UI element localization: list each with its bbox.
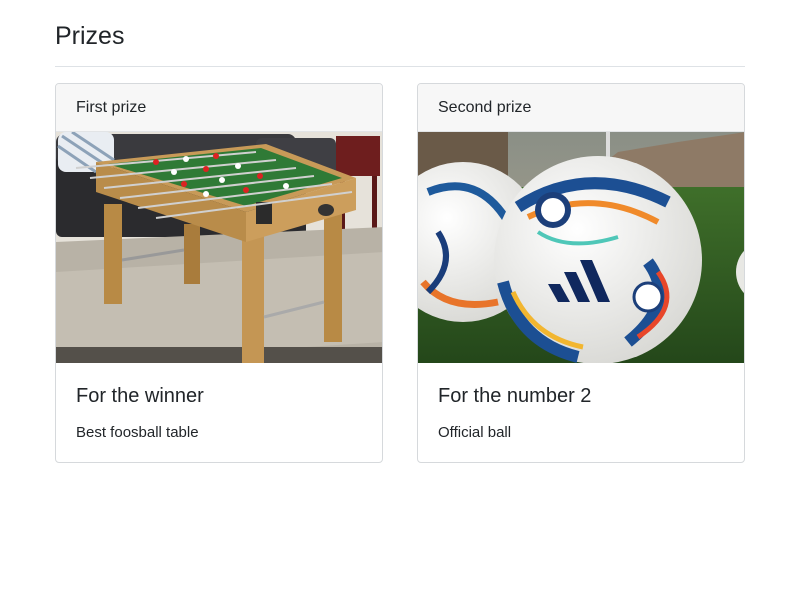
prize-cards: First prize For the winner Best foosball… [55,83,745,463]
card-header: Second prize [418,84,744,132]
card-text: Official ball [438,424,512,441]
title-divider [55,66,745,67]
soccer-balls-image [418,132,744,363]
page-title: Prizes [55,22,125,50]
card-body: For the winner Best foosball table [56,363,382,443]
prize-card-first: First prize For the winner Best foosball… [55,83,383,463]
card-title: For the number 2 [438,385,592,407]
prizes-page: Prizes First prize For the winner Best f… [55,0,745,463]
card-body: For the number 2 Official ball [418,363,744,443]
card-title: For the winner [76,385,204,407]
prize-card-second: Second prize For the number 2 Official b… [417,83,745,463]
foosball-table-image [56,132,382,363]
card-text: Best foosball table [76,424,199,441]
card-header: First prize [56,84,382,132]
